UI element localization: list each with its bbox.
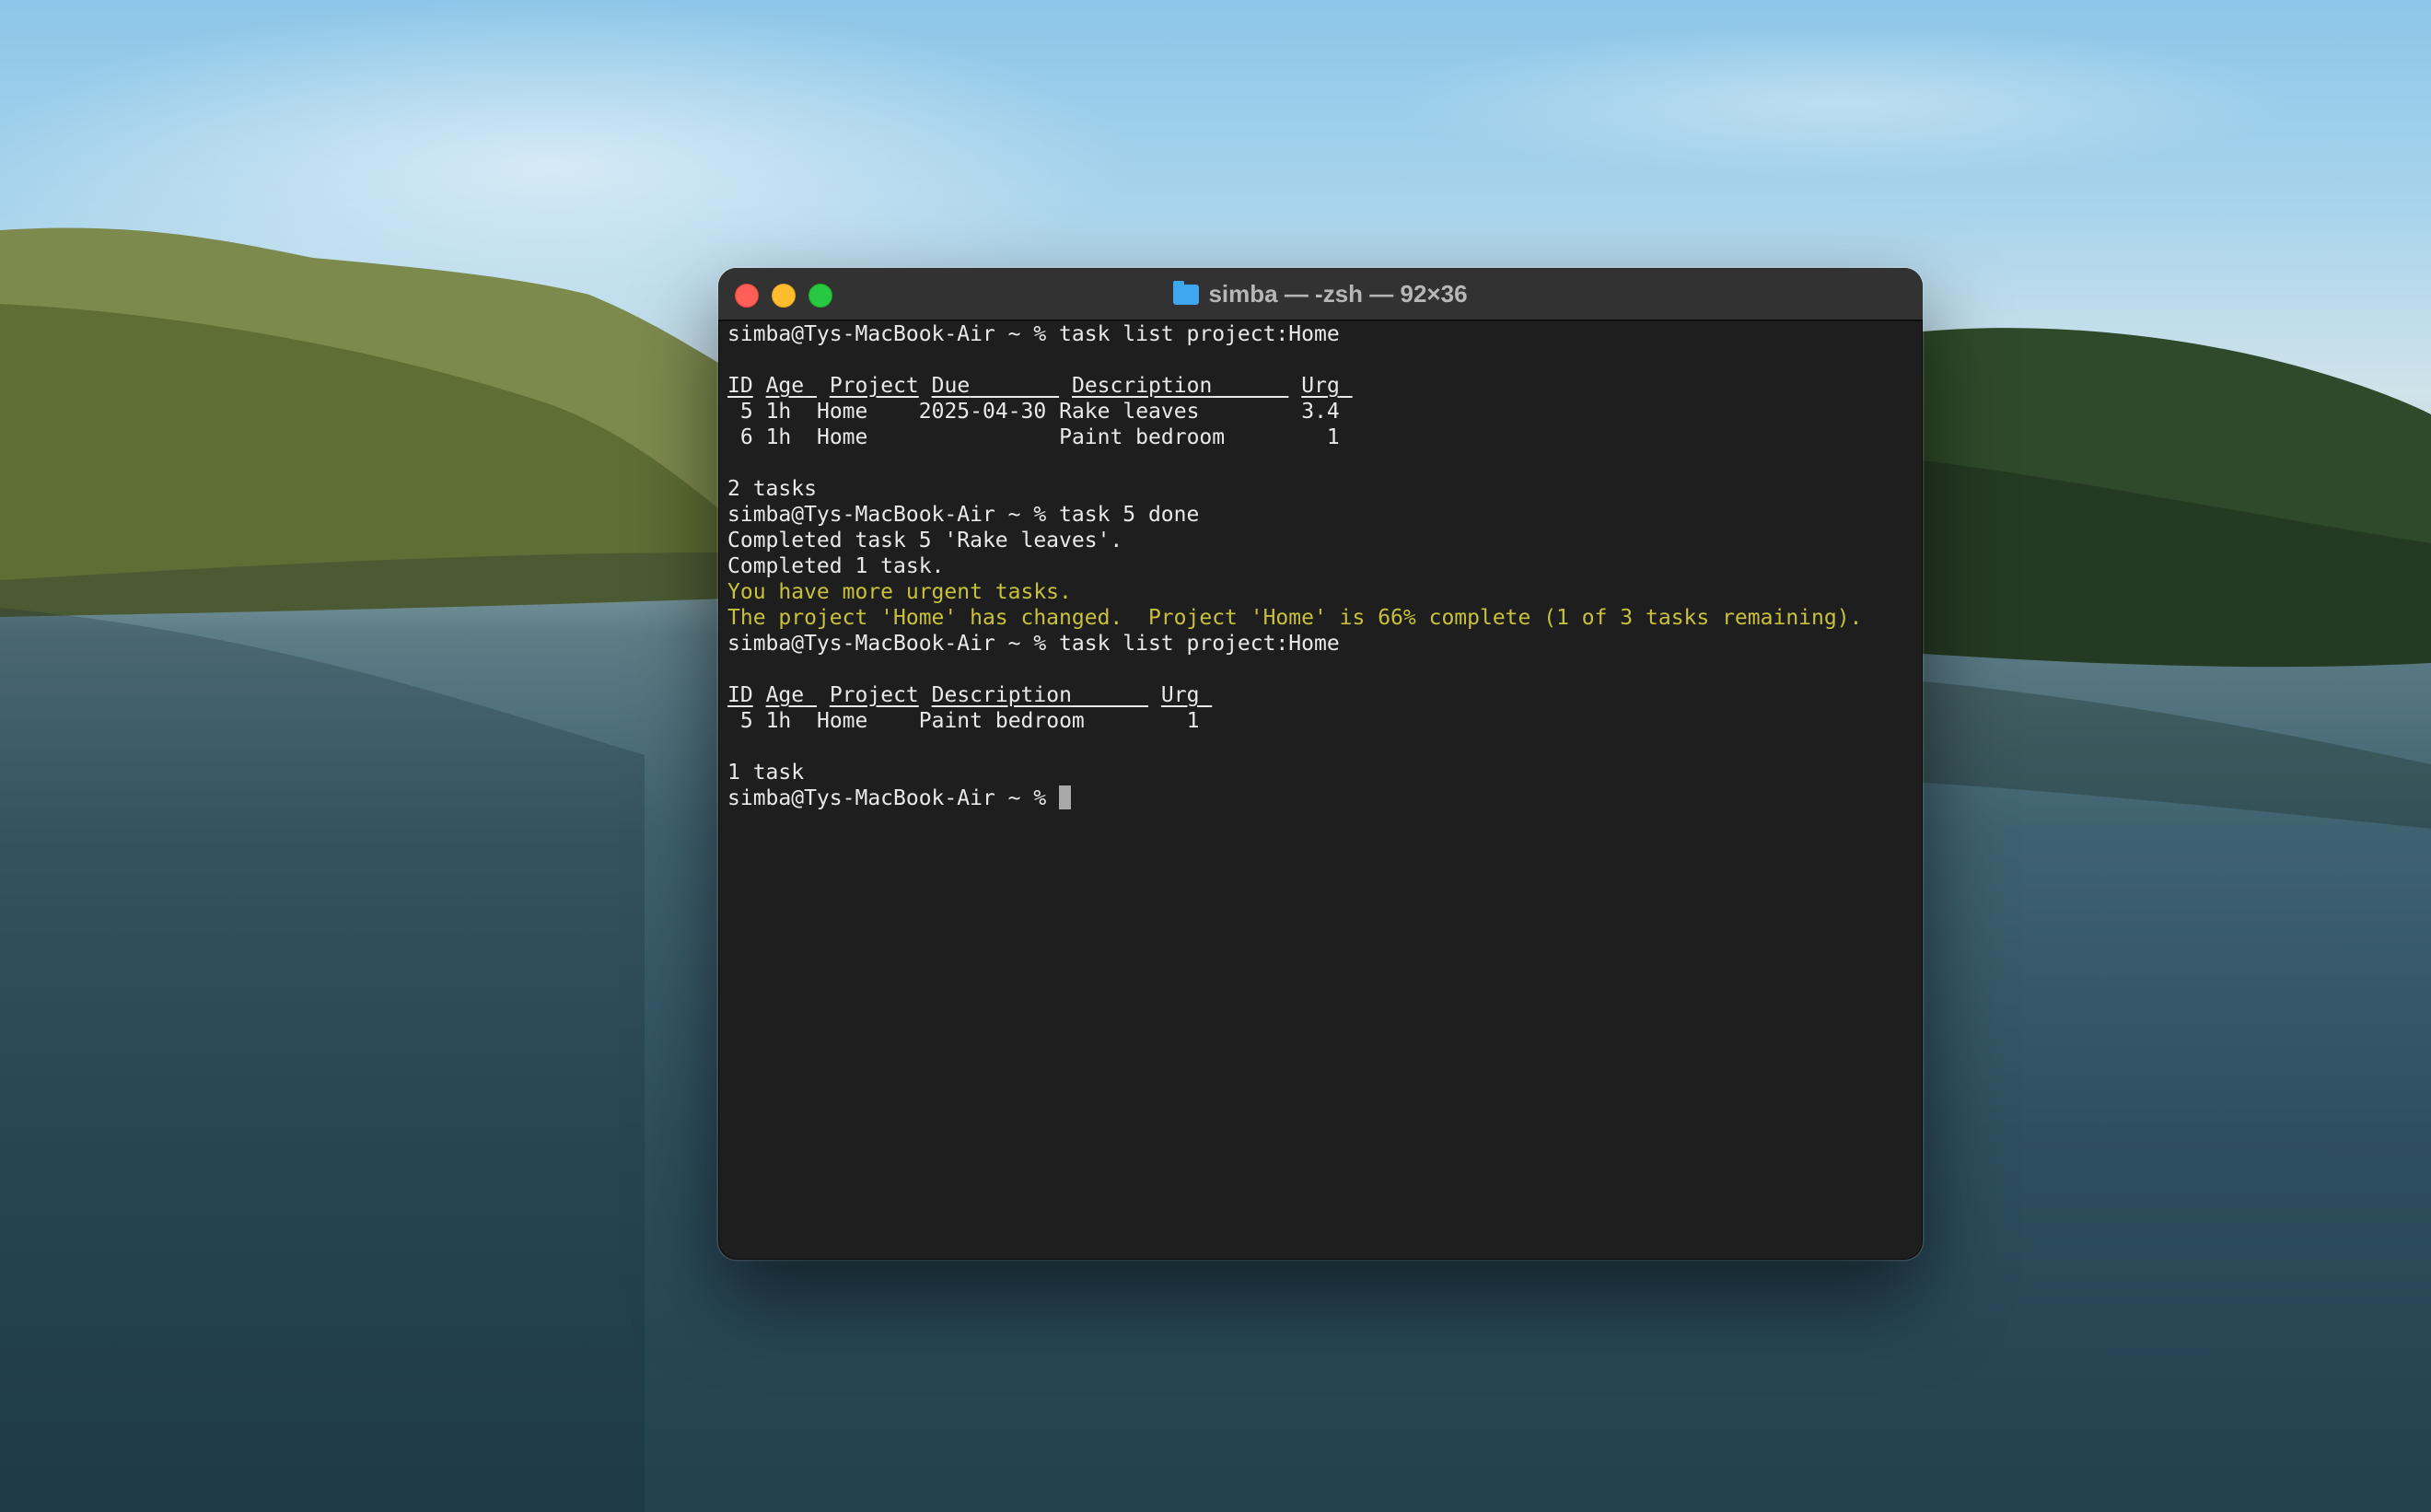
prompt-line-3: simba@Tys-MacBook-Air ~ % task list proj… [727,631,1913,657]
window-title: simba — -zsh — 92×36 [718,268,1923,320]
folder-icon [1173,281,1200,305]
column-header-description: Description [931,683,1072,707]
column-header-id: ID [727,683,753,707]
prompt-line-active[interactable]: simba@Tys-MacBook-Air ~ % [727,785,1913,811]
command-text: task 5 done [1059,503,1200,527]
table1-header: ID Age Project Due Description Urg [727,373,1913,399]
window-titlebar[interactable]: simba — -zsh — 92×36 [718,268,1923,321]
table-row: 5 1h Home Paint bedroom 1 [739,709,1200,733]
column-header-urg: Urg [1301,374,1340,398]
column-header-project: Project [829,683,919,707]
output-completed-task: Completed task 5 'Rake leaves'. [727,529,1123,552]
prompt: simba@Tys-MacBook-Air ~ % [727,503,1060,527]
column-header-description: Description [1071,374,1213,398]
terminal-window[interactable]: simba — -zsh — 92×36 simba@Tys-MacBook-A… [718,268,1923,1260]
table-row: 5 1h Home 2025-04-30 Rake leaves 3.4 [739,400,1340,424]
output-urgent-warning: You have more urgent tasks. [727,580,1072,604]
column-header-age: Age [765,374,805,398]
task-count: 1 task [727,761,805,785]
window-title-text: simba — -zsh — 92×36 [1208,280,1468,308]
table2-header: ID Age Project Description Urg [727,682,1913,708]
column-header-urg: Urg [1160,683,1200,707]
task-count: 2 tasks [727,477,817,501]
column-header-project: Project [829,374,919,398]
column-header-age: Age [765,683,805,707]
prompt-line-1: simba@Tys-MacBook-Air ~ % task list proj… [727,321,1913,347]
prompt: simba@Tys-MacBook-Air ~ % [727,786,1060,810]
column-header-id: ID [727,374,753,398]
column-header-due: Due [931,374,971,398]
text-cursor [1059,785,1072,809]
output-project-changed: The project 'Home' has changed. Project … [727,606,1863,630]
terminal-content[interactable]: simba@Tys-MacBook-Air ~ % task list proj… [727,321,1913,1260]
prompt: simba@Tys-MacBook-Air ~ % [727,322,1060,346]
command-text: task list project:Home [1059,322,1340,346]
prompt: simba@Tys-MacBook-Air ~ % [727,632,1060,656]
command-text: task list project:Home [1059,632,1340,656]
output-completed-count: Completed 1 task. [727,554,945,578]
prompt-line-2: simba@Tys-MacBook-Air ~ % task 5 done [727,502,1913,528]
table-row: 6 1h Home Paint bedroom 1 [739,425,1340,449]
